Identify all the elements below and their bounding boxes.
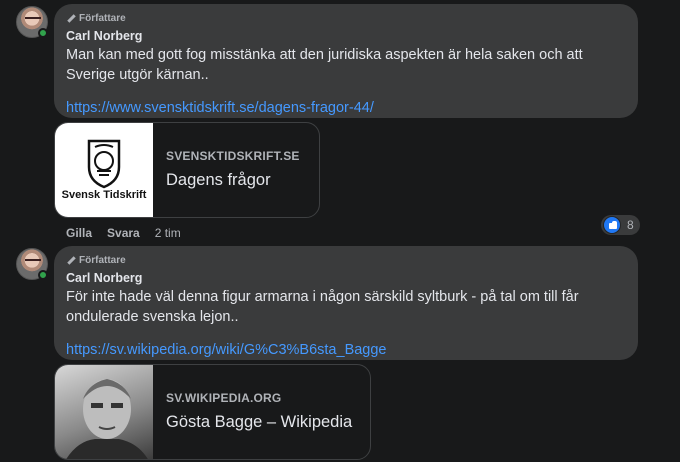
author-badge-label: Författare: [79, 254, 126, 266]
link-preview-domain: SV.WIKIPEDIA.ORG: [166, 391, 282, 405]
svensk-tidskrift-logo: Svensk Tidskrift: [62, 139, 147, 201]
comment-author-name[interactable]: Carl Norberg: [66, 29, 626, 43]
like-icon: [603, 216, 621, 234]
pencil-icon: [66, 13, 76, 23]
svensk-tidskrift-logo-text: Svensk Tidskrift: [62, 189, 147, 201]
author-badge-label: Författare: [79, 12, 126, 24]
online-status-dot: [38, 28, 48, 38]
link-preview-card[interactable]: SV.WIKIPEDIA.ORG Gösta Bagge – Wikipedia: [54, 364, 371, 460]
link-preview-thumbnail: Svensk Tidskrift: [55, 123, 153, 217]
online-status-dot: [38, 270, 48, 280]
author-badge: Författare: [66, 12, 626, 24]
like-button[interactable]: Gilla: [66, 226, 92, 240]
link-preview-domain: SVENSKTIDSKRIFT.SE: [166, 149, 300, 163]
comment-author-name[interactable]: Carl Norberg: [66, 271, 626, 285]
comment-actions: Gilla Svara 2 tim: [66, 226, 181, 240]
comment-bubble: Författare Carl Norberg Man kan med gott…: [54, 4, 638, 118]
link-preview-card[interactable]: Svensk Tidskrift SVENSKTIDSKRIFT.SE Dage…: [54, 122, 320, 218]
portrait-photo: [66, 379, 148, 459]
comment-text: Man kan med gott fog misstänka att den j…: [66, 47, 583, 83]
comment-timestamp[interactable]: 2 tim: [155, 226, 181, 240]
comment-text: För inte hade väl denna figur armarna i …: [66, 289, 579, 325]
comment-link[interactable]: https://www.svensktidskrift.se/dagens-fr…: [66, 98, 626, 118]
link-preview-thumbnail: [55, 365, 153, 459]
link-preview-info: SV.WIKIPEDIA.ORG Gösta Bagge – Wikipedia: [153, 365, 364, 459]
link-preview-title: Gösta Bagge – Wikipedia: [166, 413, 353, 431]
reply-button[interactable]: Svara: [107, 226, 140, 240]
link-preview-title: Dagens frågor: [166, 171, 271, 189]
comment-link[interactable]: https://sv.wikipedia.org/wiki/G%C3%B6sta…: [66, 340, 626, 360]
author-badge: Författare: [66, 254, 626, 266]
reaction-summary[interactable]: 8: [601, 215, 640, 235]
link-preview-info: SVENSKTIDSKRIFT.SE Dagens frågor: [153, 123, 312, 217]
pencil-icon: [66, 255, 76, 265]
reaction-count: 8: [627, 218, 634, 232]
comment-bubble: Författare Carl Norberg För inte hade vä…: [54, 246, 638, 360]
